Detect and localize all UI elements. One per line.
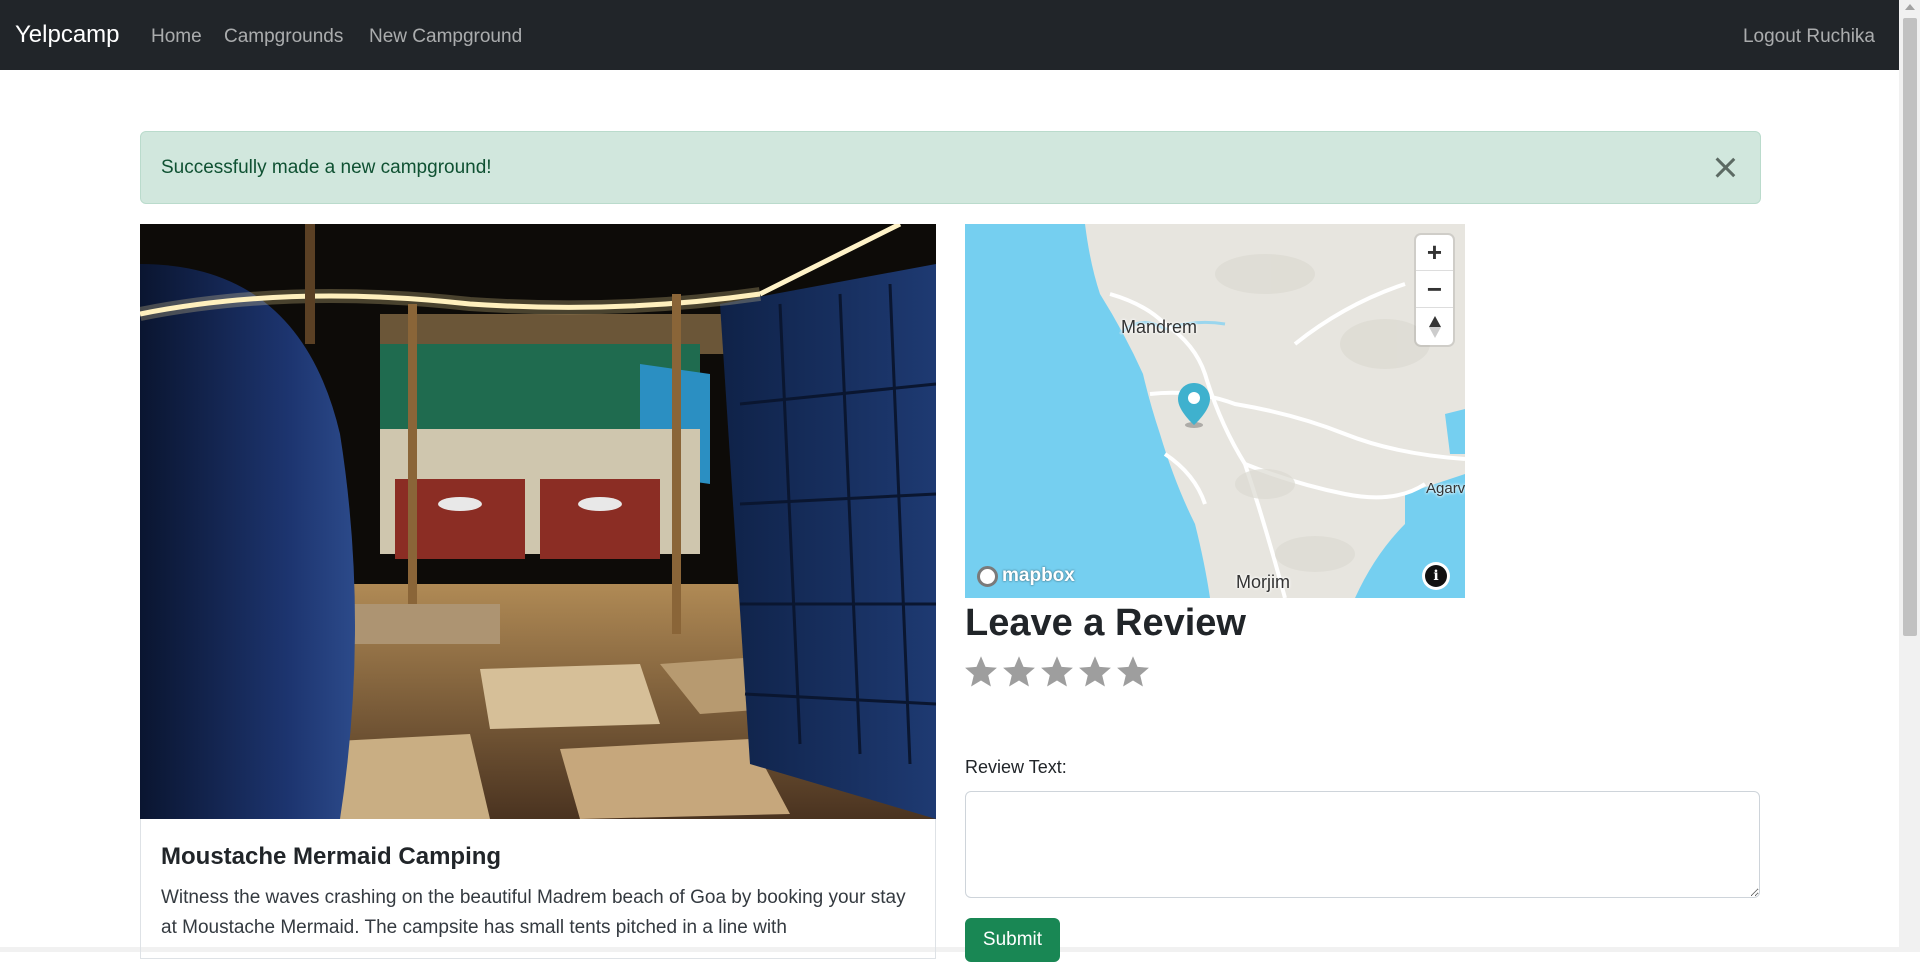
- nav-home-link[interactable]: Home: [151, 26, 202, 48]
- mapbox-attribution: mapbox: [1002, 565, 1075, 586]
- compass-icon[interactable]: [1416, 309, 1453, 345]
- alert-message: Successfully made a new campground!: [161, 157, 492, 178]
- star-rating[interactable]: [963, 654, 1151, 690]
- review-text-label: Review Text:: [965, 757, 1067, 777]
- logout-link[interactable]: Logout Ruchika: [1743, 26, 1875, 48]
- map-label-agarv: Agarv: [1426, 480, 1465, 497]
- map-pin-icon[interactable]: [1176, 381, 1212, 429]
- star-icon[interactable]: [1115, 654, 1151, 690]
- nav-campgrounds-link[interactable]: Campgrounds: [224, 26, 343, 48]
- zoom-in-icon[interactable]: +: [1416, 235, 1453, 271]
- campground-card: Moustache Mermaid Camping Witness the wa…: [140, 819, 936, 959]
- star-icon[interactable]: [1001, 654, 1037, 690]
- star-icon[interactable]: [1039, 654, 1075, 690]
- map-controls: + −: [1416, 235, 1453, 345]
- star-icon[interactable]: [1077, 654, 1113, 690]
- mapbox-logo[interactable]: mapbox: [973, 563, 1081, 589]
- campground-description: Witness the waves crashing on the beauti…: [161, 887, 906, 938]
- campground-title: Moustache Mermaid Camping: [161, 843, 502, 870]
- campground-image: [140, 224, 936, 819]
- review-heading: Leave a Review: [965, 602, 1246, 644]
- zoom-out-icon[interactable]: −: [1416, 272, 1453, 308]
- review-textarea[interactable]: [965, 791, 1760, 898]
- success-alert: Successfully made a new campground!: [140, 131, 1761, 204]
- navbar: Yelpcamp Home Campgrounds New Campground…: [0, 0, 1899, 70]
- map-label-morjim: Morjim: [1236, 572, 1290, 592]
- scrollbar-thumb[interactable]: [1903, 18, 1917, 636]
- mapbox-logo-icon: [977, 565, 998, 587]
- campground-map[interactable]: Mandrem Morjim Agarv + − mapbox i: [965, 224, 1465, 598]
- scroll-up-arrow-icon[interactable]: [1905, 4, 1915, 10]
- map-label-mandrem: Mandrem: [1121, 317, 1198, 337]
- star-icon[interactable]: [963, 654, 999, 690]
- info-icon[interactable]: i: [1425, 565, 1447, 587]
- brand-link[interactable]: Yelpcamp: [15, 21, 120, 49]
- submit-button[interactable]: Submit: [965, 918, 1060, 962]
- nav-new-campground-link[interactable]: New Campground: [369, 26, 522, 48]
- close-icon[interactable]: [1710, 152, 1740, 182]
